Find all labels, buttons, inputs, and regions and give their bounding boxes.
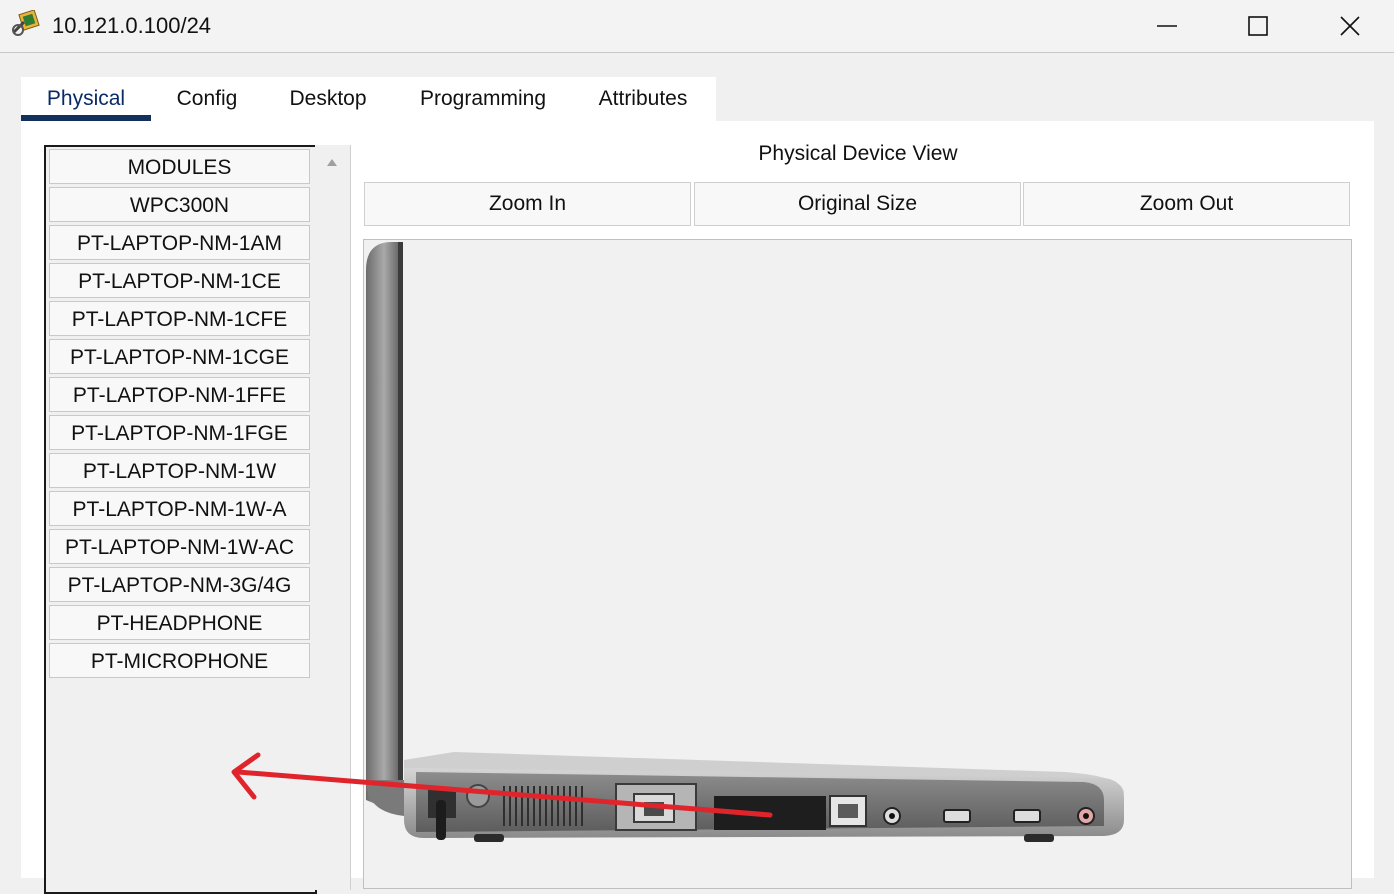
tab-desktop[interactable]: Desktop (274, 77, 382, 121)
module-item[interactable]: PT-LAPTOP-NM-1FFE (49, 377, 310, 412)
device-view-canvas (363, 239, 1352, 889)
module-item[interactable]: PT-LAPTOP-NM-1AM (49, 225, 310, 260)
module-item[interactable]: PT-LAPTOP-NM-1W (49, 453, 310, 488)
minimize-icon (1157, 25, 1177, 27)
close-button[interactable] (1304, 0, 1394, 52)
close-icon (1340, 16, 1360, 36)
tab-attributes[interactable]: Attributes (587, 77, 699, 121)
module-item[interactable]: PT-LAPTOP-NM-1W-A (49, 491, 310, 526)
module-item[interactable]: PT-LAPTOP-NM-1CE (49, 263, 310, 298)
modules-list: MODULES WPC300N PT-LAPTOP-NM-1AM PT-LAPT… (44, 145, 317, 894)
maximize-button[interactable] (1212, 0, 1304, 52)
packet-tracer-icon (10, 9, 42, 40)
modules-scrollbar[interactable] (315, 145, 351, 890)
title-bar: 10.121.0.100/24 (0, 0, 1394, 53)
module-item[interactable]: PT-LAPTOP-NM-1CGE (49, 339, 310, 374)
module-item[interactable]: PT-LAPTOP-NM-3G/4G (49, 567, 310, 602)
minimize-button[interactable] (1121, 0, 1213, 52)
module-item[interactable]: PT-HEADPHONE (49, 605, 310, 640)
window-title: 10.121.0.100/24 (52, 13, 212, 38)
zoom-in-button[interactable]: Zoom In (364, 182, 691, 226)
module-item[interactable]: PT-MICROPHONE (49, 643, 310, 678)
laptop-side-image (366, 242, 1124, 842)
module-item[interactable]: PT-LAPTOP-NM-1W-AC (49, 529, 310, 564)
zoom-out-button[interactable]: Zoom Out (1023, 182, 1350, 226)
module-item[interactable]: WPC300N (49, 187, 310, 222)
scroll-up-arrow-icon[interactable] (326, 157, 338, 167)
tab-bar: Physical Config Desktop Programming Attr… (21, 77, 716, 121)
tab-config[interactable]: Config (161, 77, 253, 121)
maximize-icon (1248, 16, 1268, 36)
module-item[interactable]: PT-LAPTOP-NM-1FGE (49, 415, 310, 450)
module-item[interactable]: PT-LAPTOP-NM-1CFE (49, 301, 310, 336)
original-size-button[interactable]: Original Size (694, 182, 1021, 226)
modules-header: MODULES (49, 149, 310, 184)
tab-programming[interactable]: Programming (405, 77, 561, 121)
tab-physical[interactable]: Physical (21, 77, 151, 121)
device-view-title: Physical Device View (758, 142, 958, 165)
